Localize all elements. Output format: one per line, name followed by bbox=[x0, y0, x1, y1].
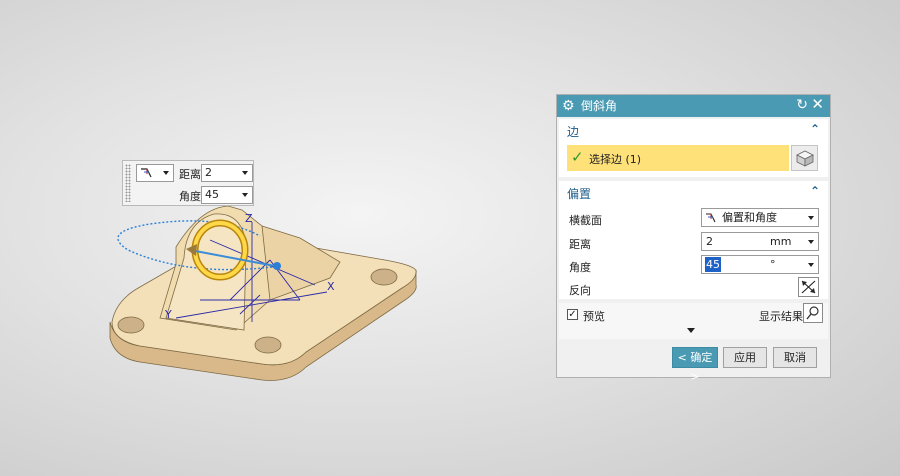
osi-distance-label: 距离 bbox=[179, 168, 201, 181]
axis-label-y: Y bbox=[164, 308, 172, 321]
cross-section-mode-dropdown[interactable] bbox=[136, 164, 174, 182]
reverse-label: 反向 bbox=[569, 284, 591, 297]
close-icon[interactable]: ✕ bbox=[811, 96, 824, 112]
angle-field[interactable]: 45 ° bbox=[701, 255, 819, 274]
dialog-title: 倒斜角 bbox=[581, 99, 618, 113]
base-hole bbox=[370, 268, 398, 286]
reverse-direction-icon bbox=[801, 280, 816, 294]
offset-group: 偏置 ⌃ 横截面 偏置和角度 距离 2 mm 角度 45 ° 反向 bbox=[559, 181, 828, 299]
show-result-button[interactable] bbox=[803, 303, 823, 323]
magnifier-icon bbox=[806, 306, 819, 320]
drag-grip-icon[interactable] bbox=[125, 164, 131, 202]
apply-button[interactable]: 应用 bbox=[723, 347, 767, 368]
preview-group: ✓ 预览 显示结果 bbox=[559, 303, 828, 339]
angle-value: 45 bbox=[705, 257, 721, 272]
select-edge-button[interactable] bbox=[791, 145, 818, 171]
distance-field[interactable]: 2 mm bbox=[701, 232, 819, 251]
osi-angle-label: 角度 bbox=[179, 190, 201, 203]
angle-unit: ° bbox=[770, 258, 776, 271]
dialog-titlebar[interactable]: ⚙ 倒斜角 ↻ ✕ bbox=[557, 95, 830, 117]
base-hole bbox=[117, 316, 145, 334]
preview-checkbox[interactable]: ✓ bbox=[567, 309, 578, 320]
select-edge-row[interactable]: ✓ 选择边 (1) bbox=[567, 145, 789, 171]
solid-body-icon bbox=[796, 150, 814, 167]
angle-label: 角度 bbox=[569, 261, 591, 274]
offset-angle-mode-icon bbox=[141, 168, 152, 178]
chamfer-dialog: ⚙ 倒斜角 ↻ ✕ 边 ⌃ ✓ 选择边 (1) 偏置 ⌃ 横截面 偏置和角度 距… bbox=[556, 94, 831, 383]
osi-angle-field[interactable]: 45 bbox=[201, 186, 253, 204]
edge-group-title: 边 bbox=[567, 125, 580, 139]
vector-handle[interactable] bbox=[273, 262, 281, 270]
ok-button[interactable]: < 确定 > bbox=[672, 347, 718, 383]
collapse-chevron-icon[interactable]: ⌃ bbox=[810, 184, 820, 198]
check-icon: ✓ bbox=[571, 148, 584, 166]
cross-section-dropdown[interactable]: 偏置和角度 bbox=[701, 208, 819, 227]
chevron-down-icon bbox=[808, 216, 814, 220]
cancel-button[interactable]: 取消 bbox=[773, 347, 817, 368]
chevron-down-icon bbox=[242, 193, 248, 197]
on-screen-input-box[interactable]: 距离 2 角度 45 bbox=[122, 160, 254, 206]
gear-icon: ⚙ bbox=[562, 98, 575, 114]
axis-label-x: X bbox=[327, 280, 335, 293]
distance-unit: mm bbox=[770, 235, 792, 248]
osi-angle-value: 45 bbox=[205, 188, 219, 201]
chevron-down-icon bbox=[808, 263, 814, 267]
cross-section-value: 偏置和角度 bbox=[722, 211, 777, 224]
expand-more-icon[interactable] bbox=[687, 328, 695, 333]
offset-angle-mode-icon bbox=[706, 213, 716, 223]
osi-distance-field[interactable]: 2 bbox=[201, 164, 253, 182]
chevron-down-icon bbox=[242, 171, 248, 175]
axis-label-z: Z bbox=[245, 212, 253, 225]
chevron-down-icon bbox=[808, 240, 814, 244]
distance-label: 距离 bbox=[569, 238, 591, 251]
offset-group-title: 偏置 bbox=[567, 187, 592, 201]
chevron-down-icon bbox=[163, 171, 169, 175]
reset-icon[interactable]: ↻ bbox=[796, 97, 808, 113]
preview-label: 预览 bbox=[583, 310, 605, 323]
osi-distance-value: 2 bbox=[205, 166, 212, 179]
collapse-chevron-icon[interactable]: ⌃ bbox=[810, 122, 820, 136]
select-edge-label: 选择边 (1) bbox=[589, 153, 642, 166]
show-result-label: 显示结果 bbox=[759, 310, 803, 323]
base-hole bbox=[254, 336, 282, 354]
reverse-direction-button[interactable] bbox=[798, 277, 819, 297]
edge-group: 边 ⌃ ✓ 选择边 (1) bbox=[559, 119, 828, 177]
distance-value: 2 bbox=[706, 235, 713, 248]
cross-section-label: 横截面 bbox=[569, 214, 602, 227]
